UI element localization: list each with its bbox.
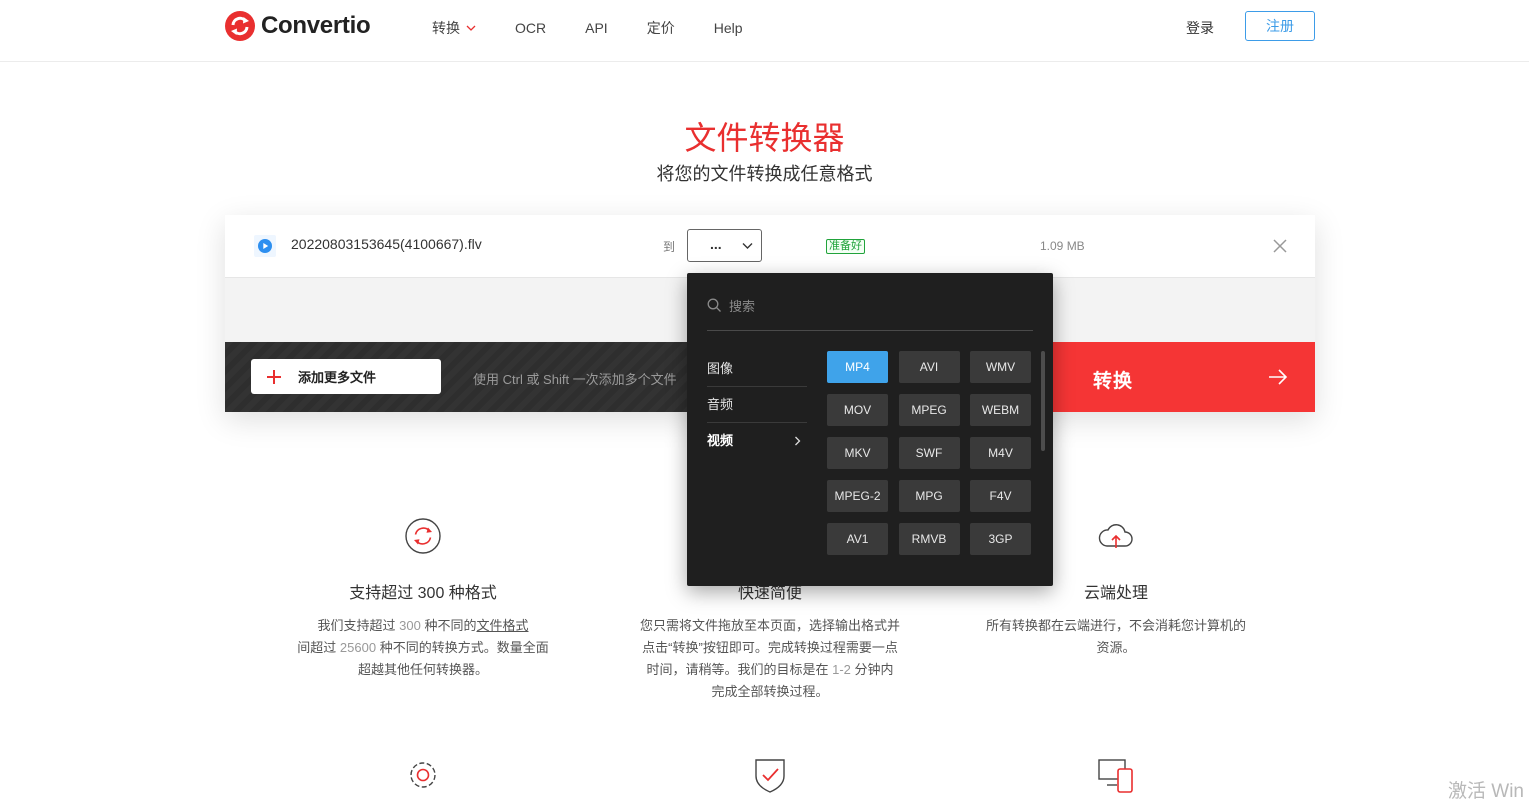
format-option-wmv[interactable]: WMV bbox=[970, 351, 1031, 383]
feature-formats: 支持超过 300 种格式 我们支持超过 300 种不同的文件格式间超过 2560… bbox=[293, 517, 553, 681]
format-option-mp4[interactable]: MP4 bbox=[827, 351, 888, 383]
category-label: 图像 bbox=[707, 361, 734, 376]
desc-text: 间超过 bbox=[297, 640, 340, 655]
logo-text: Convertio bbox=[261, 12, 371, 39]
feature-description: 所有转换都在云端进行，不会消耗您计算机的资源。 bbox=[986, 618, 1247, 655]
file-name: 20220803153645(4100667).flv bbox=[291, 236, 482, 252]
nav-item-convert[interactable]: 转换 bbox=[432, 18, 476, 38]
add-files-label: 添加更多文件 bbox=[298, 370, 377, 385]
file-formats-link[interactable]: 文件格式 bbox=[476, 618, 528, 633]
feature-description: 您只需将文件拖放至本页面，选择输出格式并点击“转换”按钮即可。完成转换过程需要一… bbox=[640, 615, 900, 703]
page-title: 文件转换器 bbox=[684, 120, 845, 156]
nav-item-label: Help bbox=[713, 20, 743, 36]
multi-select-hint: 使用 Ctrl 或 Shift 一次添加多个文件 bbox=[473, 372, 677, 387]
add-more-files-button[interactable]: 添加更多文件 bbox=[251, 359, 441, 394]
format-option-swf[interactable]: SWF bbox=[898, 437, 960, 469]
status-badge: 准备好 bbox=[826, 239, 865, 254]
register-button[interactable]: 注册 bbox=[1245, 11, 1315, 41]
desc-number: 25600 bbox=[339, 640, 377, 655]
chevron-right-icon bbox=[795, 436, 801, 446]
format-option-rmvb[interactable]: RMVB bbox=[898, 523, 960, 555]
output-format-select[interactable]: ... bbox=[687, 229, 762, 262]
nav-item-ocr[interactable]: OCR bbox=[515, 20, 546, 36]
format-option-mov[interactable]: MOV bbox=[827, 394, 888, 426]
desc-number: 1-2 bbox=[832, 662, 851, 677]
search-icon bbox=[707, 298, 721, 312]
desc-text: 种不同的 bbox=[420, 618, 477, 633]
format-option-mpeg-2[interactable]: MPEG-2 bbox=[827, 480, 888, 512]
desc-text: 种不同的转换方式。数量全面超越其他任何转换器。 bbox=[357, 640, 549, 677]
convert-label: 转换 bbox=[1093, 371, 1134, 392]
category-label: 视频 bbox=[707, 433, 734, 448]
nav-item-label: API bbox=[585, 20, 608, 36]
file-size: 1.09 MB bbox=[1040, 239, 1085, 253]
convert-button[interactable]: 转换 bbox=[1025, 342, 1315, 412]
format-search-input[interactable] bbox=[729, 295, 1019, 317]
login-link[interactable]: 登录 bbox=[1186, 18, 1214, 38]
devices-icon bbox=[1098, 759, 1133, 793]
format-option-f4v[interactable]: F4V bbox=[970, 480, 1031, 512]
file-row: 20220803153645(4100667).flv 到 ... 准备好 1.… bbox=[225, 215, 1315, 277]
refresh-circle-icon bbox=[405, 518, 441, 554]
feature-title: 支持超过 300 种格式 bbox=[349, 585, 497, 602]
to-label: 到 bbox=[663, 240, 676, 254]
nav-item-api[interactable]: API bbox=[585, 20, 608, 36]
category-label: 音频 bbox=[707, 397, 734, 412]
page-subtitle: 将您的文件转换成任意格式 bbox=[656, 164, 873, 184]
nav-item-pricing[interactable]: 定价 bbox=[647, 18, 675, 38]
dropdown-scrollbar[interactable] bbox=[1041, 351, 1045, 451]
nav-item-help[interactable]: Help bbox=[714, 20, 743, 36]
desc-number: 300 bbox=[399, 618, 421, 633]
chevron-down-icon bbox=[742, 243, 753, 249]
nav-item-label: 定价 bbox=[646, 20, 675, 36]
format-categories: 图像 音频 视频 bbox=[707, 351, 807, 459]
nav-item-label: OCR bbox=[515, 20, 547, 36]
format-option-webm[interactable]: WEBM bbox=[970, 394, 1031, 426]
format-option-mkv[interactable]: MKV bbox=[827, 437, 888, 469]
plus-icon bbox=[267, 369, 281, 384]
format-option-mpeg[interactable]: MPEG bbox=[898, 394, 960, 426]
format-option-mpg[interactable]: MPG bbox=[898, 480, 960, 512]
category-video[interactable]: 视频 bbox=[707, 423, 807, 459]
format-option-avi[interactable]: AVI bbox=[898, 351, 960, 383]
chevron-down-icon bbox=[466, 25, 476, 31]
desc-text: 我们支持超过 bbox=[317, 618, 400, 633]
format-dropdown: 图像 音频 视频 MP4 AVI WMV MOV MPEG WEBM MKV SWF M4V MP… bbox=[687, 273, 1053, 586]
shield-check-icon bbox=[755, 759, 785, 793]
arrow-right-icon bbox=[1269, 369, 1288, 385]
logo[interactable]: Convertio bbox=[224, 10, 371, 42]
close-icon[interactable] bbox=[1272, 238, 1288, 254]
format-search bbox=[707, 287, 1033, 331]
convertio-logo-icon bbox=[225, 11, 255, 41]
play-file-icon bbox=[254, 235, 276, 257]
main-nav: 转换 OCR API 定价 Help bbox=[432, 18, 782, 38]
nav-item-label: 转换 bbox=[432, 20, 460, 36]
cloud-upload-icon bbox=[1098, 524, 1133, 548]
top-header: Convertio 转换 OCR API 定价 Help 登录 注册 bbox=[0, 0, 1529, 62]
format-select-value: ... bbox=[710, 236, 722, 252]
windows-activation-watermark: 激活 Win bbox=[1448, 781, 1525, 802]
category-image[interactable]: 图像 bbox=[707, 351, 807, 387]
gear-icon bbox=[410, 762, 436, 788]
format-option-3gp[interactable]: 3GP bbox=[970, 523, 1031, 555]
format-option-m4v[interactable]: M4V bbox=[970, 437, 1031, 469]
format-option-av1[interactable]: AV1 bbox=[827, 523, 888, 555]
category-audio[interactable]: 音频 bbox=[707, 387, 807, 423]
feature-description: 我们支持超过 300 种不同的文件格式间超过 25600 种不同的转换方式。数量… bbox=[293, 615, 553, 681]
